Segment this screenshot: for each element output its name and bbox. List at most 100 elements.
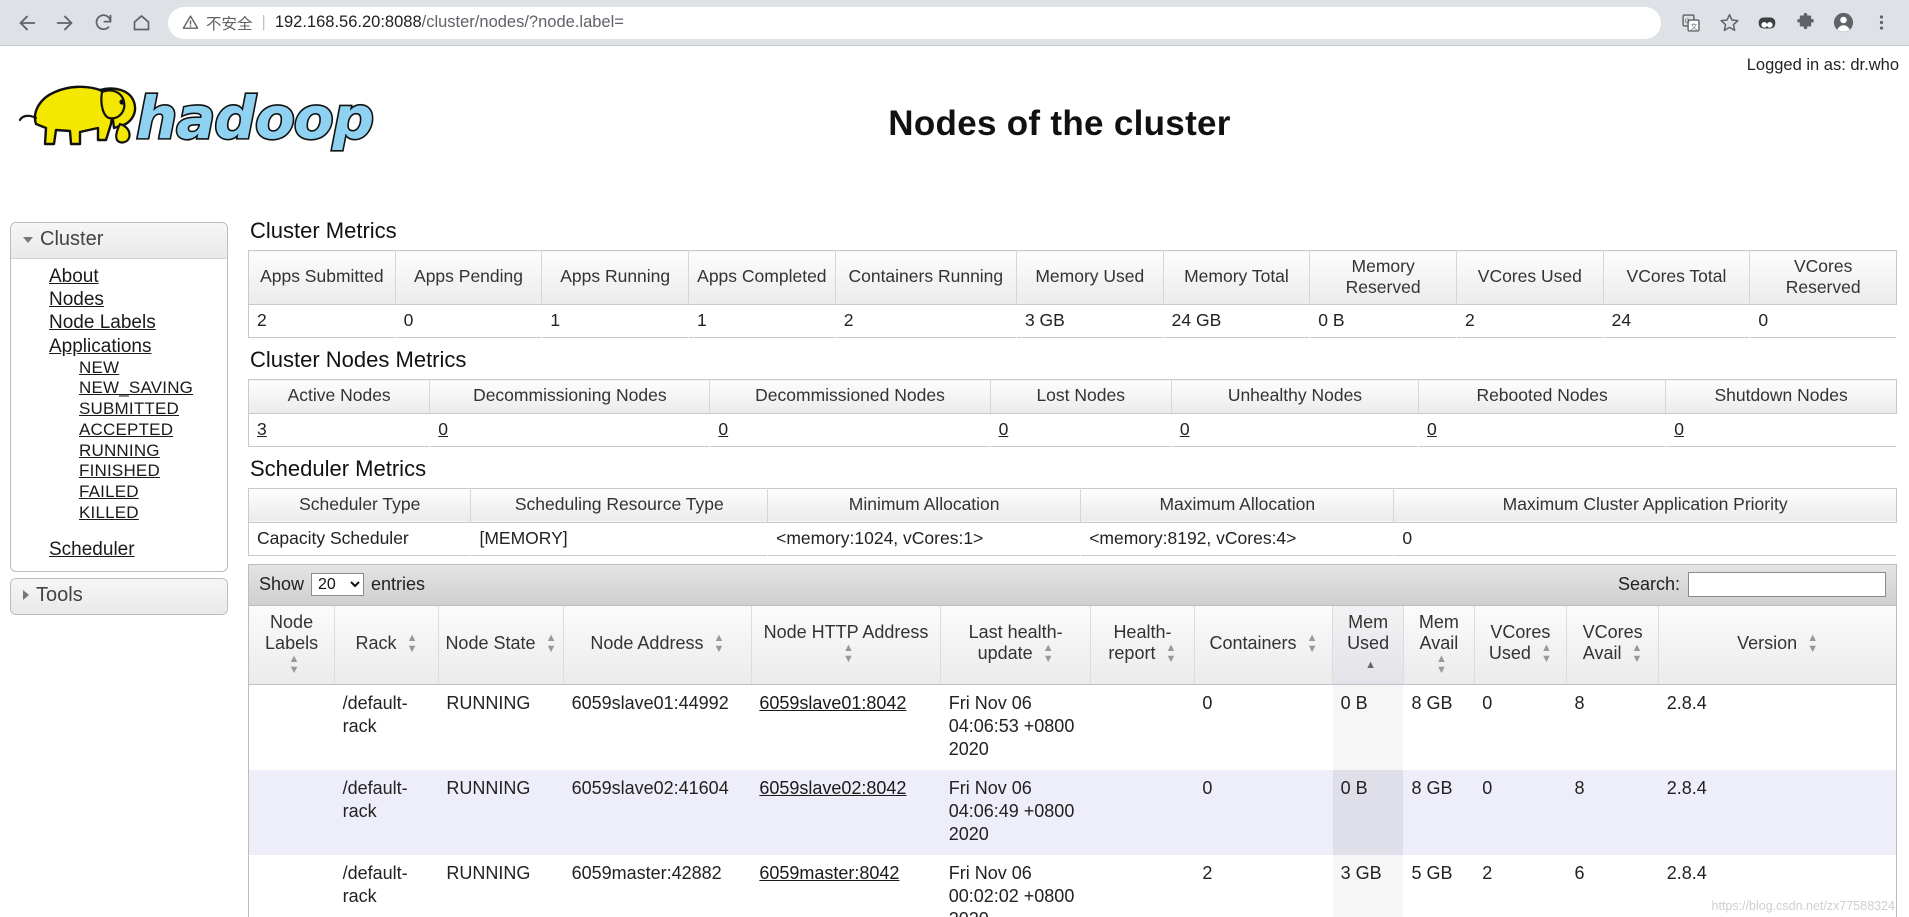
val-memory-used: 3 GB — [1024, 310, 1065, 331]
col-decommissioning-nodes: Decommissioning Nodes — [429, 379, 711, 414]
shutdown-nodes-link[interactable]: 0 — [1674, 419, 1684, 439]
cell-vcores-used: 2 — [1482, 863, 1493, 884]
node-http-link[interactable]: 6059slave02:8042 — [759, 778, 906, 798]
active-nodes-link[interactable]: 3 — [257, 419, 267, 439]
extension-badge-icon[interactable] — [1749, 5, 1785, 41]
sort-both-icon: ▲ ▼ — [1435, 652, 1447, 676]
lost-nodes-link[interactable]: 0 — [999, 419, 1009, 439]
val-vcores-reserved: 0 — [1758, 310, 1769, 331]
page-length-select[interactable]: 20406080100 — [311, 572, 365, 596]
kebab-menu-icon[interactable] — [1863, 5, 1899, 41]
sidebar-item-killed[interactable]: KILLED — [79, 503, 139, 524]
node-http-link[interactable]: 6059slave01:8042 — [759, 693, 906, 713]
sidebar-tools-header[interactable]: Tools — [11, 578, 227, 614]
th-node-state[interactable]: Node State ▲ ▼ — [438, 605, 565, 685]
sidebar-item-applications[interactable]: Applications — [49, 335, 151, 358]
th-containers[interactable]: Containers ▲ ▼ — [1194, 605, 1334, 685]
rebooted-nodes-link[interactable]: 0 — [1427, 419, 1437, 439]
sidebar-item-running[interactable]: RUNNING — [79, 441, 160, 462]
val-rebooted-nodes: 0 — [1419, 413, 1666, 446]
decommissioning-nodes-link[interactable]: 0 — [438, 419, 448, 439]
th-mem-used[interactable]: Mem Used ▲ — [1332, 605, 1404, 685]
sidebar-item-submitted[interactable]: SUBMITTED — [79, 399, 179, 420]
cell-rack: /default-rack — [342, 692, 408, 736]
th-vcores-used[interactable]: VCores Used ▲ ▼ — [1474, 605, 1568, 685]
val-active-nodes: 3 — [249, 413, 430, 446]
sidebar-item-about[interactable]: About — [49, 265, 99, 288]
cell-containers: 0 — [1202, 692, 1213, 713]
translate-icon[interactable]: G文 — [1673, 5, 1709, 41]
sort-both-icon: ▲ ▼ — [1540, 642, 1552, 666]
sidebar-item-finished[interactable]: FINISHED — [79, 461, 160, 482]
bookmark-star-icon[interactable] — [1711, 5, 1747, 41]
cell-vcores-avail: 8 — [1574, 692, 1585, 713]
col-lost-nodes: Lost Nodes — [990, 379, 1172, 414]
col-vcores-used: VCores Used — [1456, 250, 1604, 306]
val-scheduling-resource-type: [MEMORY] — [479, 527, 568, 548]
cell-vcores-used: 0 — [1482, 778, 1493, 798]
th-node-labels[interactable]: Node Labels ▲ ▼ — [249, 605, 336, 685]
sidebar-item-new[interactable]: NEW — [79, 358, 119, 379]
reload-icon[interactable] — [86, 6, 120, 40]
th-node-http-address[interactable]: Node HTTP Address ▲ ▼ — [751, 605, 942, 685]
table-row[interactable]: /default-rack RUNNING 6059slave01:44992 … — [249, 684, 1896, 770]
cluster-nodes-metrics-title: Cluster Nodes Metrics — [250, 347, 467, 373]
sidebar-item-nodes[interactable]: Nodes — [49, 288, 104, 311]
profile-avatar-icon[interactable] — [1825, 5, 1861, 41]
datatable-toolbar: Show 20406080100 entries Search: — [249, 564, 1896, 606]
address-bar[interactable]: 不安全 | 192.168.56.20:8088/cluster/nodes/?… — [168, 6, 1661, 39]
forward-icon[interactable] — [48, 6, 82, 40]
back-icon[interactable] — [10, 6, 44, 40]
cell-rack: /default-rack — [342, 778, 408, 822]
home-icon[interactable] — [124, 6, 158, 40]
unhealthy-nodes-link[interactable]: 0 — [1180, 419, 1190, 439]
cell-vcores-avail: 8 — [1574, 778, 1585, 798]
puzzle-extensions-icon[interactable] — [1787, 5, 1823, 41]
decommissioned-nodes-link[interactable]: 0 — [718, 419, 728, 439]
sidebar-item-node-labels[interactable]: Node Labels — [49, 311, 156, 334]
scheduler-metrics-title: Scheduler Metrics — [250, 455, 427, 481]
sidebar-item-accepted[interactable]: ACCEPTED — [79, 420, 173, 441]
th-version[interactable]: Version ▲ ▼ — [1658, 605, 1896, 685]
search-input[interactable] — [1688, 571, 1886, 597]
list-item: ACCEPTED — [11, 420, 227, 441]
table-row[interactable]: /default-rack RUNNING 6059master:42882 6… — [249, 855, 1896, 917]
cell-containers: 0 — [1202, 778, 1213, 798]
cell-health-report — [1091, 855, 1195, 917]
cell-last-health-update: Fri Nov 06 00:02:02 +0800 2020 — [948, 863, 1075, 917]
sort-both-icon: ▲ ▼ — [545, 631, 557, 655]
table-header-row: Apps Submitted Apps Pending Apps Running… — [248, 250, 1897, 306]
th-health-report[interactable]: Health-report ▲ ▼ — [1090, 605, 1195, 685]
cell-node-state: RUNNING — [446, 778, 531, 798]
cell-node-address: 6059master:42882 — [571, 863, 722, 884]
cell-node-http-address: 6059master:8042 — [751, 855, 940, 917]
th-node-address[interactable]: Node Address ▲ ▼ — [563, 605, 752, 685]
th-mem-avail[interactable]: Mem Avail ▲ ▼ — [1403, 605, 1475, 685]
sidebar-item-scheduler[interactable]: Scheduler — [49, 538, 135, 561]
sort-both-icon: ▲ ▼ — [843, 642, 854, 666]
sidebar-cluster-header[interactable]: Cluster — [11, 223, 227, 259]
col-unhealthy-nodes: Unhealthy Nodes — [1171, 379, 1420, 414]
sidebar-item-new-saving[interactable]: NEW_SAVING — [79, 378, 193, 399]
sidebar-tools-block: Tools — [10, 577, 228, 615]
th-vcores-avail[interactable]: VCores Avail ▲ ▼ — [1566, 605, 1660, 685]
sidebar-cluster-list: About Nodes Node Labels Applications NEW… — [11, 259, 227, 571]
th-rack[interactable]: Rack ▲ ▼ — [334, 605, 439, 685]
list-item: Node Labels — [11, 311, 227, 334]
table-row[interactable]: /default-rack RUNNING 6059slave02:41604 … — [249, 770, 1896, 856]
sidebar-item-failed[interactable]: FAILED — [79, 482, 139, 503]
cell-vcores-used: 0 — [1482, 692, 1493, 713]
list-item: Applications — [11, 335, 227, 358]
not-secure-warning-icon — [182, 14, 199, 31]
sidebar-tools-label: Tools — [36, 583, 83, 606]
col-minimum-allocation: Minimum Allocation — [767, 488, 1082, 523]
col-scheduler-type: Scheduler Type — [248, 488, 472, 523]
sidebar-cluster-block: Cluster About Nodes Node Labels Applicat… — [10, 222, 228, 572]
main-content: Cluster Metrics Apps Submitted Apps Pend… — [248, 218, 1897, 917]
th-last-health-update[interactable]: Last health-update ▲ ▼ — [940, 605, 1092, 685]
cell-node-http-address: 6059slave01:8042 — [751, 684, 940, 770]
node-http-link[interactable]: 6059master:8042 — [759, 863, 899, 883]
cell-version: 2.8.4 — [1666, 692, 1707, 713]
val-apps-submitted: 2 — [257, 310, 267, 331]
cell-vcores-avail: 6 — [1574, 863, 1585, 884]
